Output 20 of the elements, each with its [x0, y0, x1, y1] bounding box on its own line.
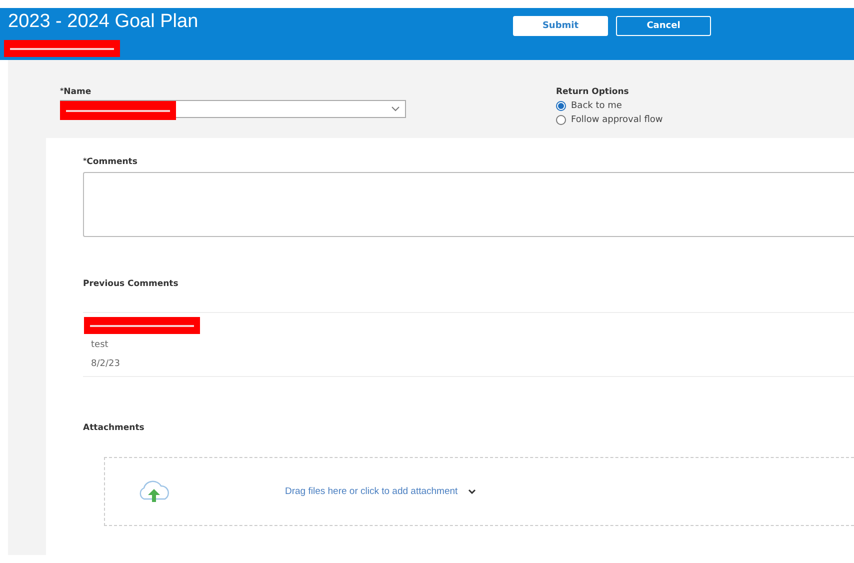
comment-text: test — [90, 340, 110, 352]
chevron-down-icon — [468, 489, 476, 494]
cancel-button[interactable]: Cancel — [616, 16, 711, 36]
submit-button[interactable]: Submit — [513, 16, 608, 36]
field-label: Name — [64, 87, 92, 97]
radio-button[interactable] — [556, 101, 566, 111]
comments-field[interactable] — [83, 172, 854, 237]
name-dropdown[interactable] — [60, 100, 406, 118]
field-label: Comments — [86, 157, 138, 167]
dropzone-text[interactable]: Drag files here or click to add attachment — [285, 486, 458, 497]
radio-option[interactable]: Back to me — [556, 99, 622, 113]
page-title: 2023 - 2024 Goal Plan — [8, 10, 200, 34]
field-label: Return Options — [556, 87, 630, 99]
chevron-down-icon — [391, 106, 400, 112]
file-dropzone[interactable]: Drag files here or click to add attachment — [104, 457, 854, 526]
radio-option[interactable]: Follow approval flow — [556, 113, 663, 127]
section-title: Previous Comments — [83, 279, 180, 291]
radio-button[interactable] — [556, 115, 566, 125]
section-title: Attachments — [83, 423, 146, 433]
comment-date: 8/2/23 — [90, 359, 121, 371]
